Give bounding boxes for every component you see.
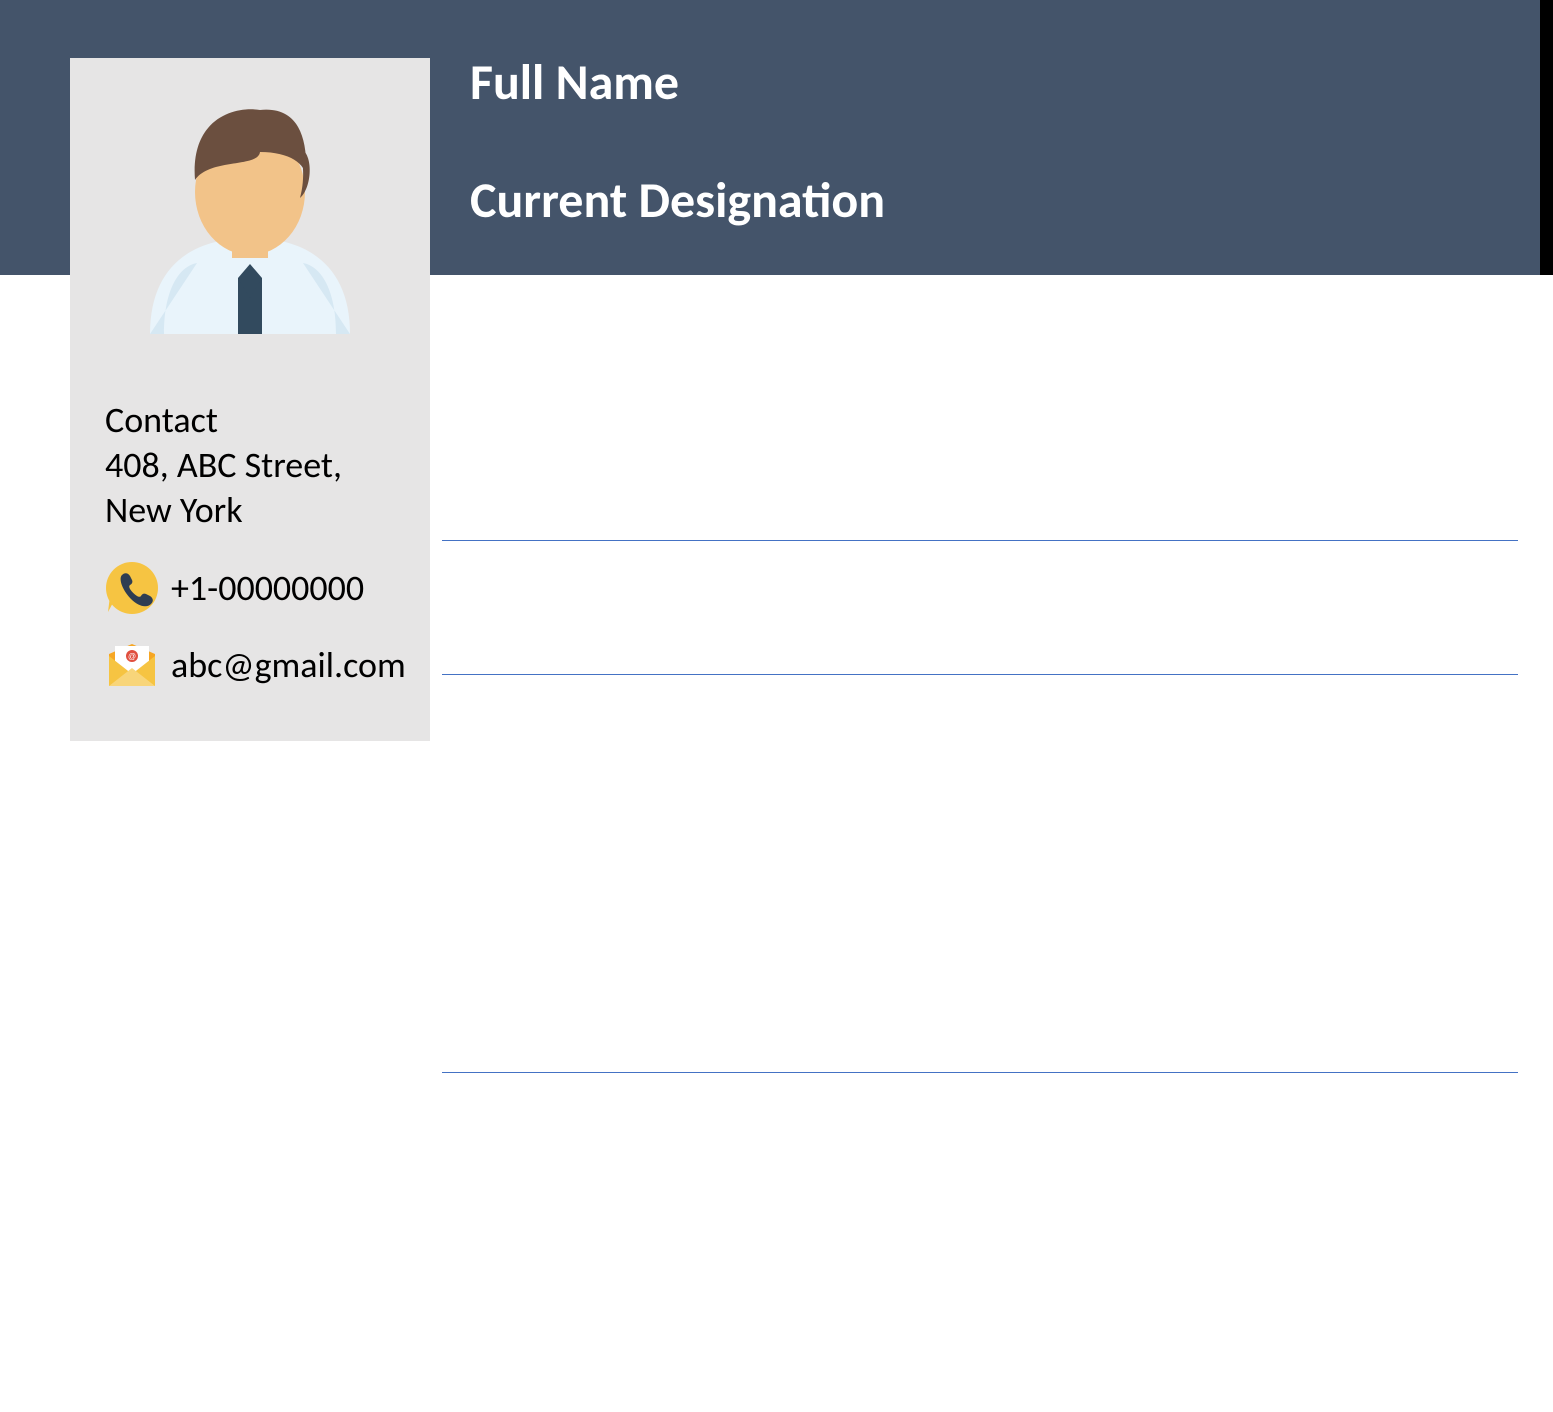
email-icon: @ [105,644,159,688]
svg-text:@: @ [128,652,136,661]
divider-line [442,1072,1518,1073]
contact-label: Contact [105,398,405,443]
address-line-1: 408, ABC Street, [105,443,405,488]
full-name: Full Name [470,52,679,113]
email-address: abc@gmail.com [171,643,406,688]
avatar [140,88,360,334]
phone-row: +1-00000000 [105,561,405,615]
sidebar-card: Contact 408, ABC Street, New York +1-000… [70,58,430,741]
divider-line [442,540,1518,541]
header-band-right-edge [1540,0,1553,275]
contact-block: Contact 408, ABC Street, New York +1-000… [105,398,405,688]
divider-line [442,674,1518,675]
email-row: @ abc@gmail.com [105,643,405,688]
designation: Current Designation [470,170,885,231]
address-line-2: New York [105,488,405,533]
phone-icon [105,561,159,615]
phone-number: +1-00000000 [171,566,364,611]
